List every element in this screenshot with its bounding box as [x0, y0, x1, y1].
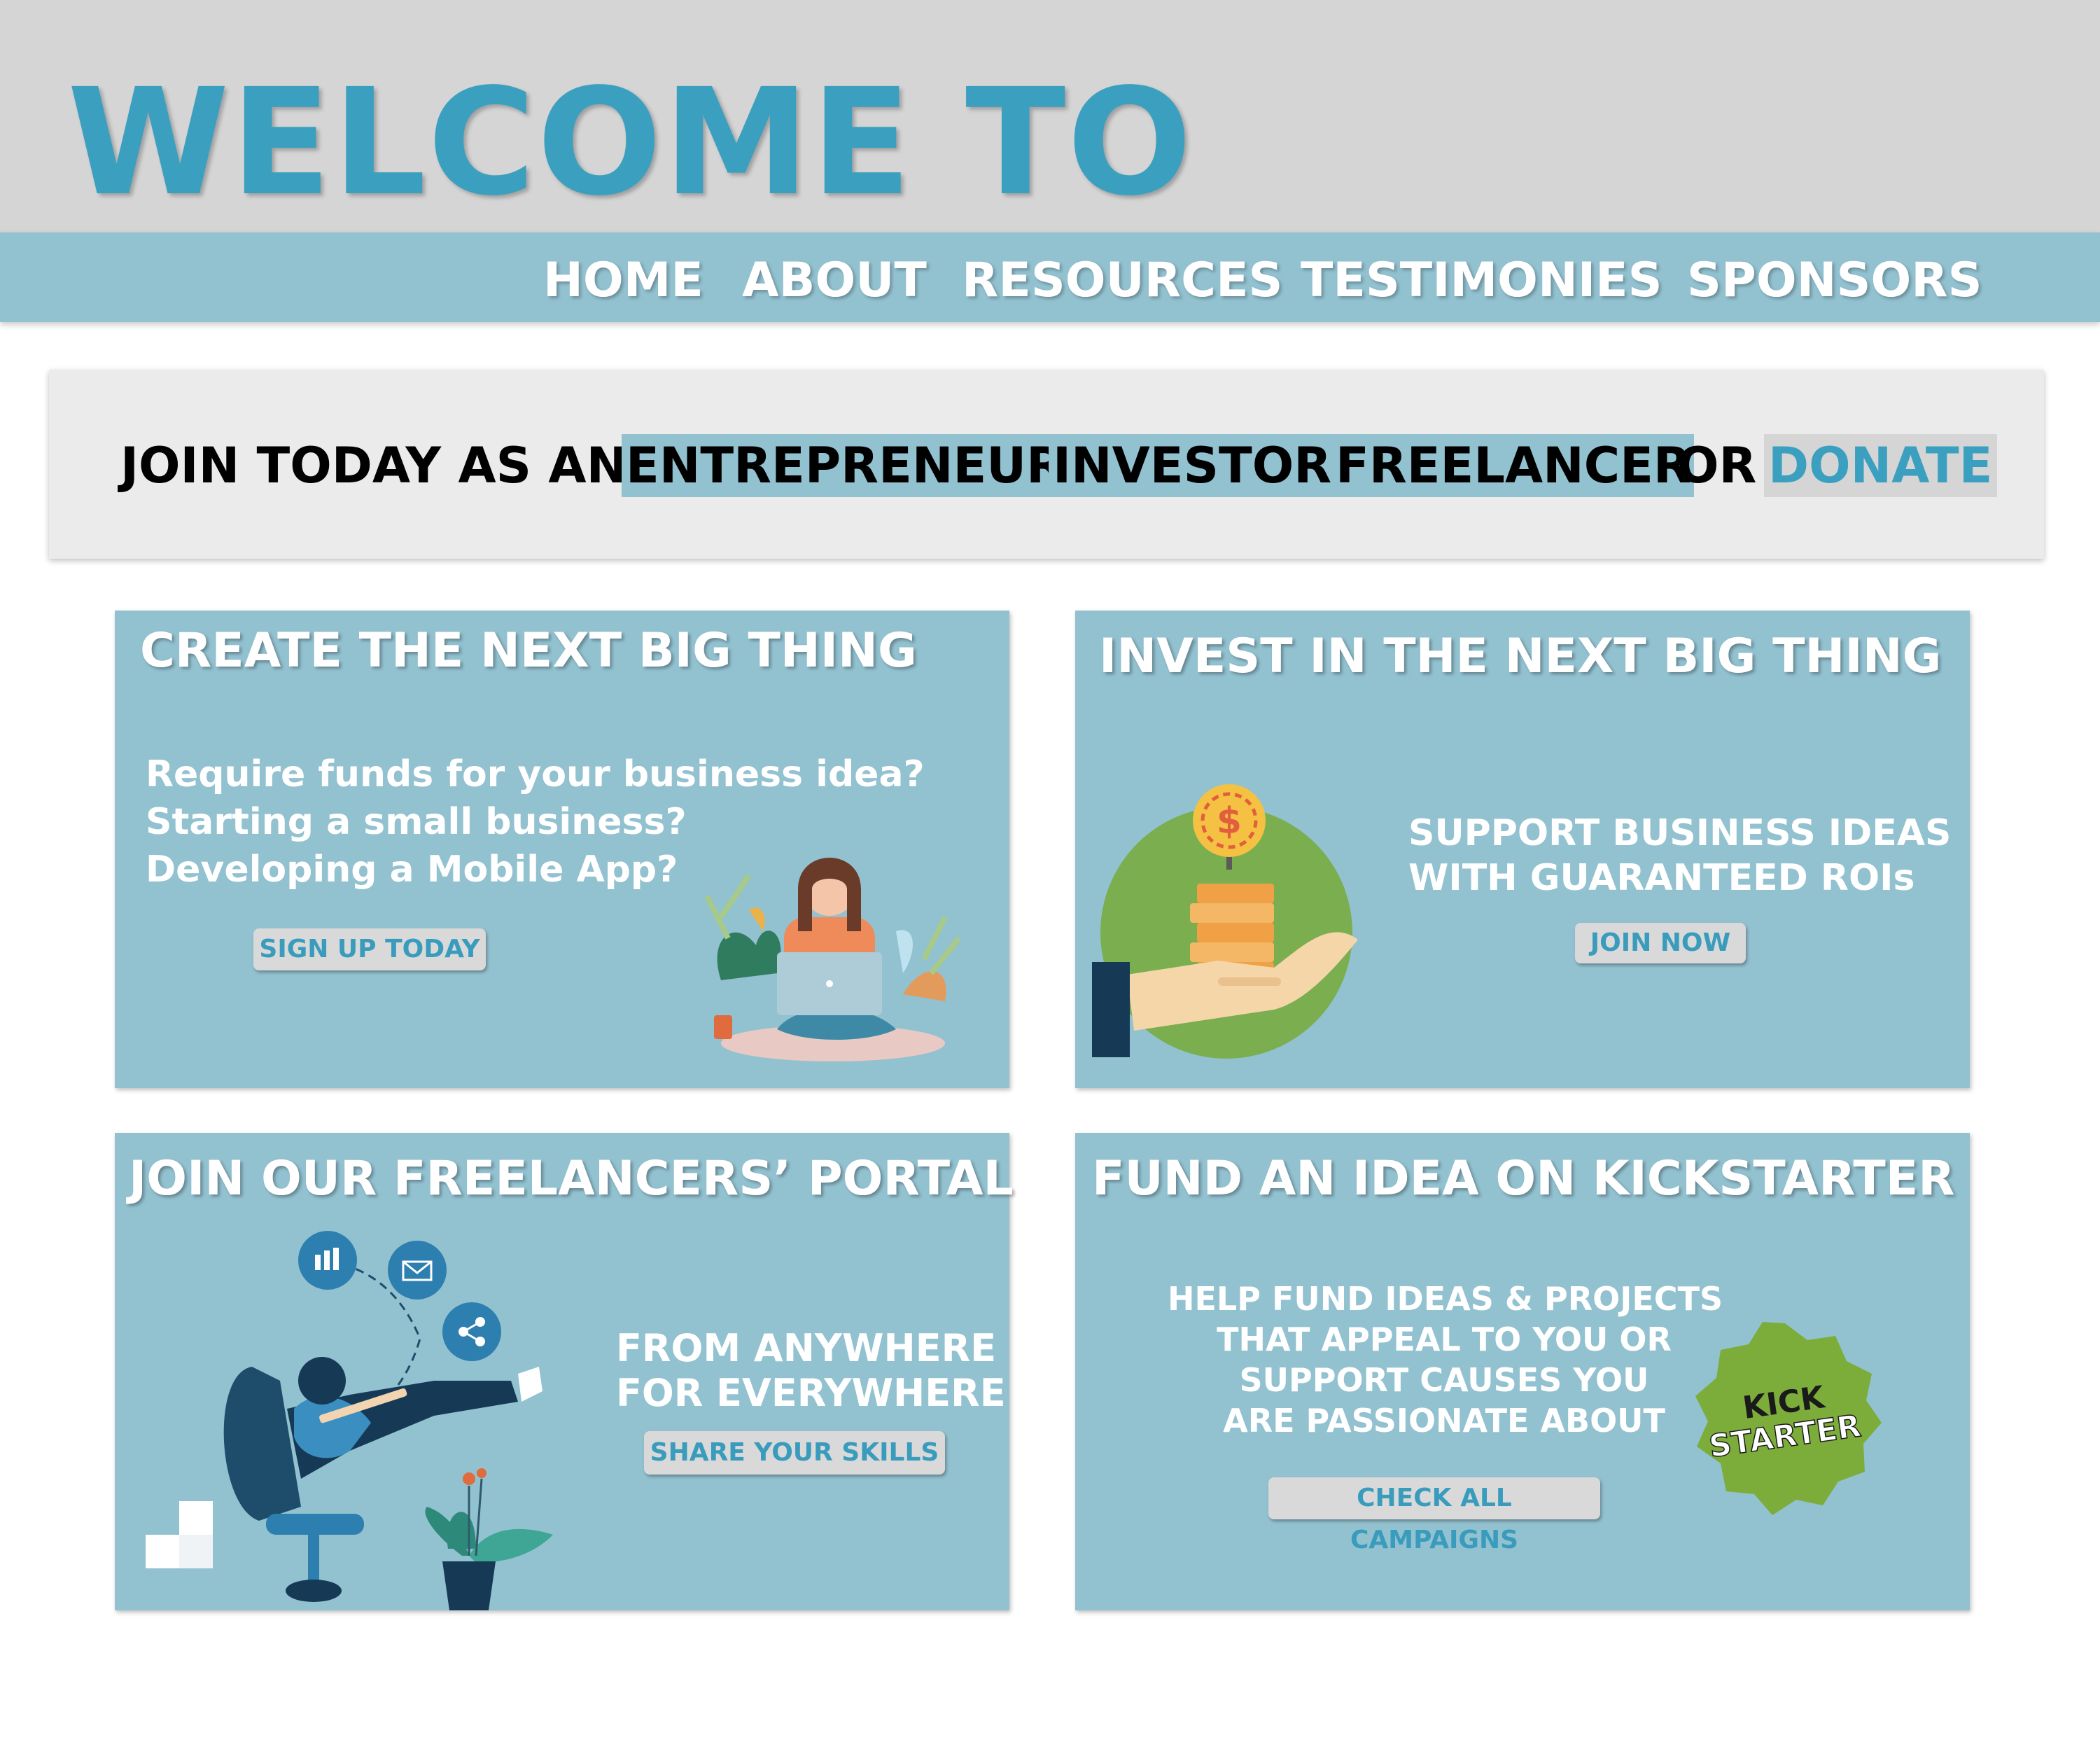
invest-line-2: WITH GUARANTEED ROIs: [1408, 857, 1915, 899]
mail-icon: [388, 1241, 447, 1299]
freelancer-link[interactable]: FREELANCER: [1333, 434, 1694, 497]
nav-about[interactable]: ABOUT: [742, 249, 927, 312]
page-title: WELCOME TO: [67, 57, 1194, 228]
invest-line-1: SUPPORT BUSINESS IDEAS: [1408, 812, 1952, 854]
join-now-button[interactable]: JOIN NOW: [1575, 923, 1746, 963]
freelancers-title: JOIN OUR FREELANCERS’ PORTAL: [129, 1151, 1014, 1206]
freelancers-line-2: FOR EVERYWHERE: [616, 1371, 1006, 1415]
money-hand-illustration: $: [1092, 784, 1358, 1059]
investor-link[interactable]: INVESTOR: [1049, 434, 1336, 497]
freelancers-line-1: FROM ANYWHERE: [616, 1326, 997, 1370]
nav-testimonies[interactable]: TESTIMONIES: [1301, 249, 1662, 312]
freelancer-illustration: [146, 1231, 553, 1610]
kickstarter-line-2: THAT APPEAL TO YOU OR: [1217, 1321, 1672, 1358]
join-prefix: JOIN TODAY AS AN: [120, 437, 628, 494]
woman-laptop-illustration: [704, 858, 962, 1061]
kickstarter-badge: KICK STARTER: [1695, 1322, 1882, 1515]
kickstarter-line-3: SUPPORT CAUSES YOU: [1239, 1361, 1649, 1399]
share-skills-button[interactable]: SHARE YOUR SKILLS: [644, 1431, 945, 1475]
create-line-1: Require funds for your business idea?: [146, 753, 925, 795]
create-line-3: Developing a Mobile App?: [146, 849, 678, 891]
kickstarter-line-1: HELP FUND IDEAS & PROJECTS: [1168, 1280, 1723, 1318]
coin-dollar-sign: $: [1217, 800, 1242, 842]
create-line-2: Starting a small business?: [146, 801, 687, 843]
donate-link[interactable]: DONATE: [1764, 434, 1997, 497]
share-icon: [442, 1302, 501, 1361]
join-or: OR: [1677, 437, 1757, 494]
invest-title: INVEST IN THE NEXT BIG THING: [1099, 629, 1942, 684]
kickstarter-title: FUND AN IDEA ON KICKSTARTER: [1092, 1151, 1955, 1206]
nav-home[interactable]: HOME: [543, 249, 704, 312]
nav-sponsors[interactable]: SPONSORS: [1687, 249, 1982, 312]
nav-resources[interactable]: RESOURCES: [962, 249, 1283, 312]
sign-up-button[interactable]: SIGN UP TODAY: [253, 928, 486, 970]
create-title: CREATE THE NEXT BIG THING: [140, 623, 917, 678]
kickstarter-line-4: ARE PASSIONATE ABOUT: [1223, 1402, 1665, 1440]
check-campaigns-button[interactable]: CHECK ALL CAMPAIGNS: [1268, 1477, 1600, 1554]
entrepreneur-link[interactable]: ENTREPRENEUR: [622, 434, 1069, 497]
